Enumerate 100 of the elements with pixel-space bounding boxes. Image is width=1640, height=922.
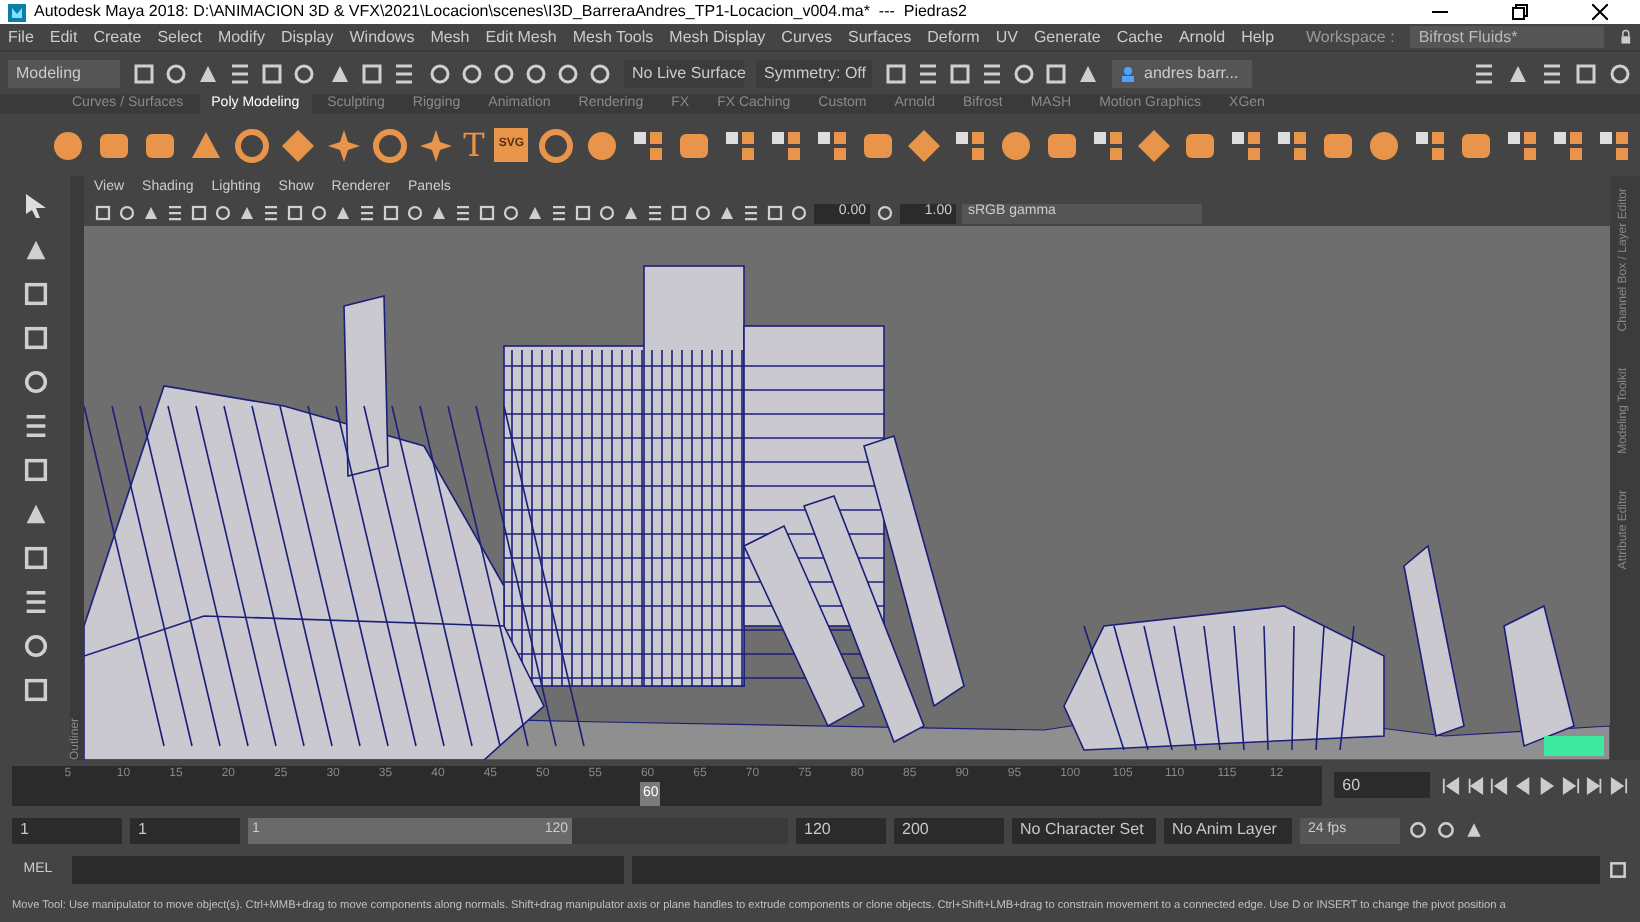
menu-item[interactable]: UV: [995, 25, 1018, 49]
toolbar-tool-icon[interactable]: [21, 588, 49, 616]
toolbar-tool-icon[interactable]: [228, 61, 252, 85]
toolbar-tool-icon[interactable]: [328, 61, 352, 85]
shelf-tool-icon[interactable]: [1550, 127, 1586, 163]
toolbar-tool-icon[interactable]: [1608, 61, 1632, 85]
toolbar-tool-icon[interactable]: [588, 61, 612, 85]
toolbar-tool-icon[interactable]: [360, 61, 384, 85]
toolbar-tool-icon[interactable]: [980, 61, 1004, 85]
start-frame-field[interactable]: 1: [12, 817, 122, 843]
playback-start-field[interactable]: 1: [130, 817, 240, 843]
close-icon[interactable]: [1592, 4, 1608, 20]
toolbar-tool-icon[interactable]: [392, 61, 416, 85]
shelf-tool-icon[interactable]: [1136, 127, 1172, 163]
menu-item[interactable]: Curves: [781, 25, 833, 49]
toolbar-tool-icon[interactable]: [742, 204, 760, 222]
workspace-dropdown[interactable]: Bifrost Fluids*: [1410, 26, 1605, 48]
toolbar-tool-icon[interactable]: [21, 676, 49, 704]
playback-control-icon[interactable]: [1562, 775, 1580, 795]
menu-item[interactable]: Surfaces: [848, 25, 912, 49]
toolbar-tool-icon[interactable]: [556, 61, 580, 85]
shelf-tool-icon[interactable]: [998, 127, 1034, 163]
menu-item[interactable]: Mesh Tools: [572, 25, 654, 49]
toolbar-tool-icon[interactable]: [21, 280, 49, 308]
shelf-tool-icon[interactable]: [1412, 127, 1448, 163]
menu-item[interactable]: Select: [157, 25, 202, 49]
menu-set-dropdown[interactable]: Modeling: [8, 59, 120, 87]
toolbar-tool-icon[interactable]: [428, 61, 452, 85]
toolbar-tool-icon[interactable]: [132, 61, 156, 85]
toolbar-tool-icon[interactable]: [646, 204, 664, 222]
toolbar-tool-icon[interactable]: [21, 500, 49, 528]
toolbar-tool-icon[interactable]: [876, 204, 894, 222]
menu-item[interactable]: Modify: [217, 25, 265, 49]
shelf-tool-icon[interactable]: [722, 127, 758, 163]
playback-control-icon[interactable]: [1610, 775, 1628, 795]
toolbar-tool-icon[interactable]: [1574, 61, 1598, 85]
toolbar-tool-icon[interactable]: [1472, 61, 1496, 85]
shelf-tool-icon[interactable]: [906, 127, 942, 163]
toolbar-tool-icon[interactable]: [21, 632, 49, 660]
playback-end-field[interactable]: 120: [796, 817, 886, 843]
toolbar-tool-icon[interactable]: [21, 412, 49, 440]
shelf-tool-icon[interactable]: [371, 127, 408, 163]
toolbar-tool-icon[interactable]: [21, 236, 49, 264]
playback-control-icon[interactable]: [1586, 775, 1604, 795]
toolbar-tool-icon[interactable]: [164, 61, 188, 85]
toolbar-tool-icon[interactable]: [260, 61, 284, 85]
menu-item[interactable]: Mesh: [430, 25, 470, 49]
shelf-tool-icon[interactable]: [1504, 127, 1540, 163]
toolbar-tool-icon[interactable]: [916, 61, 940, 85]
shelf-tool-icon[interactable]: [1228, 127, 1264, 163]
shelf-tool-icon[interactable]: [1090, 127, 1126, 163]
shelf-tool-icon[interactable]: [814, 127, 850, 163]
menu-item[interactable]: Edit Mesh: [485, 25, 557, 49]
shelf-tool-icon[interactable]: [325, 127, 362, 163]
toolbar-tool-icon[interactable]: [884, 61, 908, 85]
restore-icon[interactable]: [1512, 4, 1528, 20]
character-set-field[interactable]: No Character Set: [1012, 817, 1156, 843]
toolbar-tool-icon[interactable]: [21, 324, 49, 352]
toolbar-tool-icon[interactable]: [550, 204, 568, 222]
toolbar-tool-icon[interactable]: [21, 544, 49, 572]
menu-item[interactable]: Create: [93, 25, 142, 49]
menu-item[interactable]: Mesh Display: [669, 25, 766, 49]
shelf-tool-icon[interactable]: [1274, 127, 1310, 163]
menu-item[interactable]: Display: [281, 25, 334, 49]
shelf-tool-icon[interactable]: [630, 127, 666, 163]
toolbar-tool-icon[interactable]: [1540, 61, 1564, 85]
toolbar-tool-icon[interactable]: [1076, 61, 1100, 85]
menu-item[interactable]: Edit: [49, 25, 78, 49]
lock-icon[interactable]: [1620, 28, 1632, 46]
toolbar-tool-icon[interactable]: [21, 456, 49, 484]
toolbar-tool-icon[interactable]: [1506, 61, 1530, 85]
toolbar-tool-icon[interactable]: [524, 61, 548, 85]
symmetry-dropdown[interactable]: Symmetry: Off: [756, 59, 872, 87]
toolbar-tool-icon[interactable]: [1012, 61, 1036, 85]
menu-item[interactable]: Windows: [349, 25, 415, 49]
shelf-tool-icon[interactable]: [952, 127, 988, 163]
toolbar-tool-icon[interactable]: [948, 61, 972, 85]
shelf-tool-icon[interactable]: [417, 127, 454, 163]
shelf-tool-icon[interactable]: [584, 127, 620, 163]
playback-control-icon[interactable]: [1490, 775, 1508, 795]
command-input-field[interactable]: [72, 856, 624, 884]
text-tool[interactable]: T: [463, 129, 485, 161]
anim-layer-field[interactable]: No Anim Layer: [1164, 817, 1292, 843]
select-arrow-icon[interactable]: [23, 192, 47, 220]
toolbar-tool-icon[interactable]: [166, 204, 184, 222]
toolbar-tool-icon[interactable]: [358, 204, 376, 222]
playback-control-icon[interactable]: [1466, 775, 1484, 795]
toolbar-tool-icon[interactable]: [292, 61, 316, 85]
end-frame-field[interactable]: 200: [894, 817, 1004, 843]
shelf-tool-icon[interactable]: [187, 127, 224, 163]
toolbar-tool-icon[interactable]: [454, 204, 472, 222]
menu-item[interactable]: File: [8, 25, 34, 49]
shelf-tool-icon[interactable]: [1366, 127, 1402, 163]
current-frame-field[interactable]: 60: [1334, 772, 1430, 798]
shelf-tool-icon[interactable]: [768, 127, 804, 163]
shelf-tool-icon[interactable]: [49, 127, 86, 163]
menu-item[interactable]: Arnold: [1178, 25, 1226, 49]
user-account-dropdown[interactable]: andres barr...: [1112, 59, 1252, 87]
shelf-tool-icon[interactable]: [279, 127, 316, 163]
toolbar-tool-icon[interactable]: [1044, 61, 1068, 85]
